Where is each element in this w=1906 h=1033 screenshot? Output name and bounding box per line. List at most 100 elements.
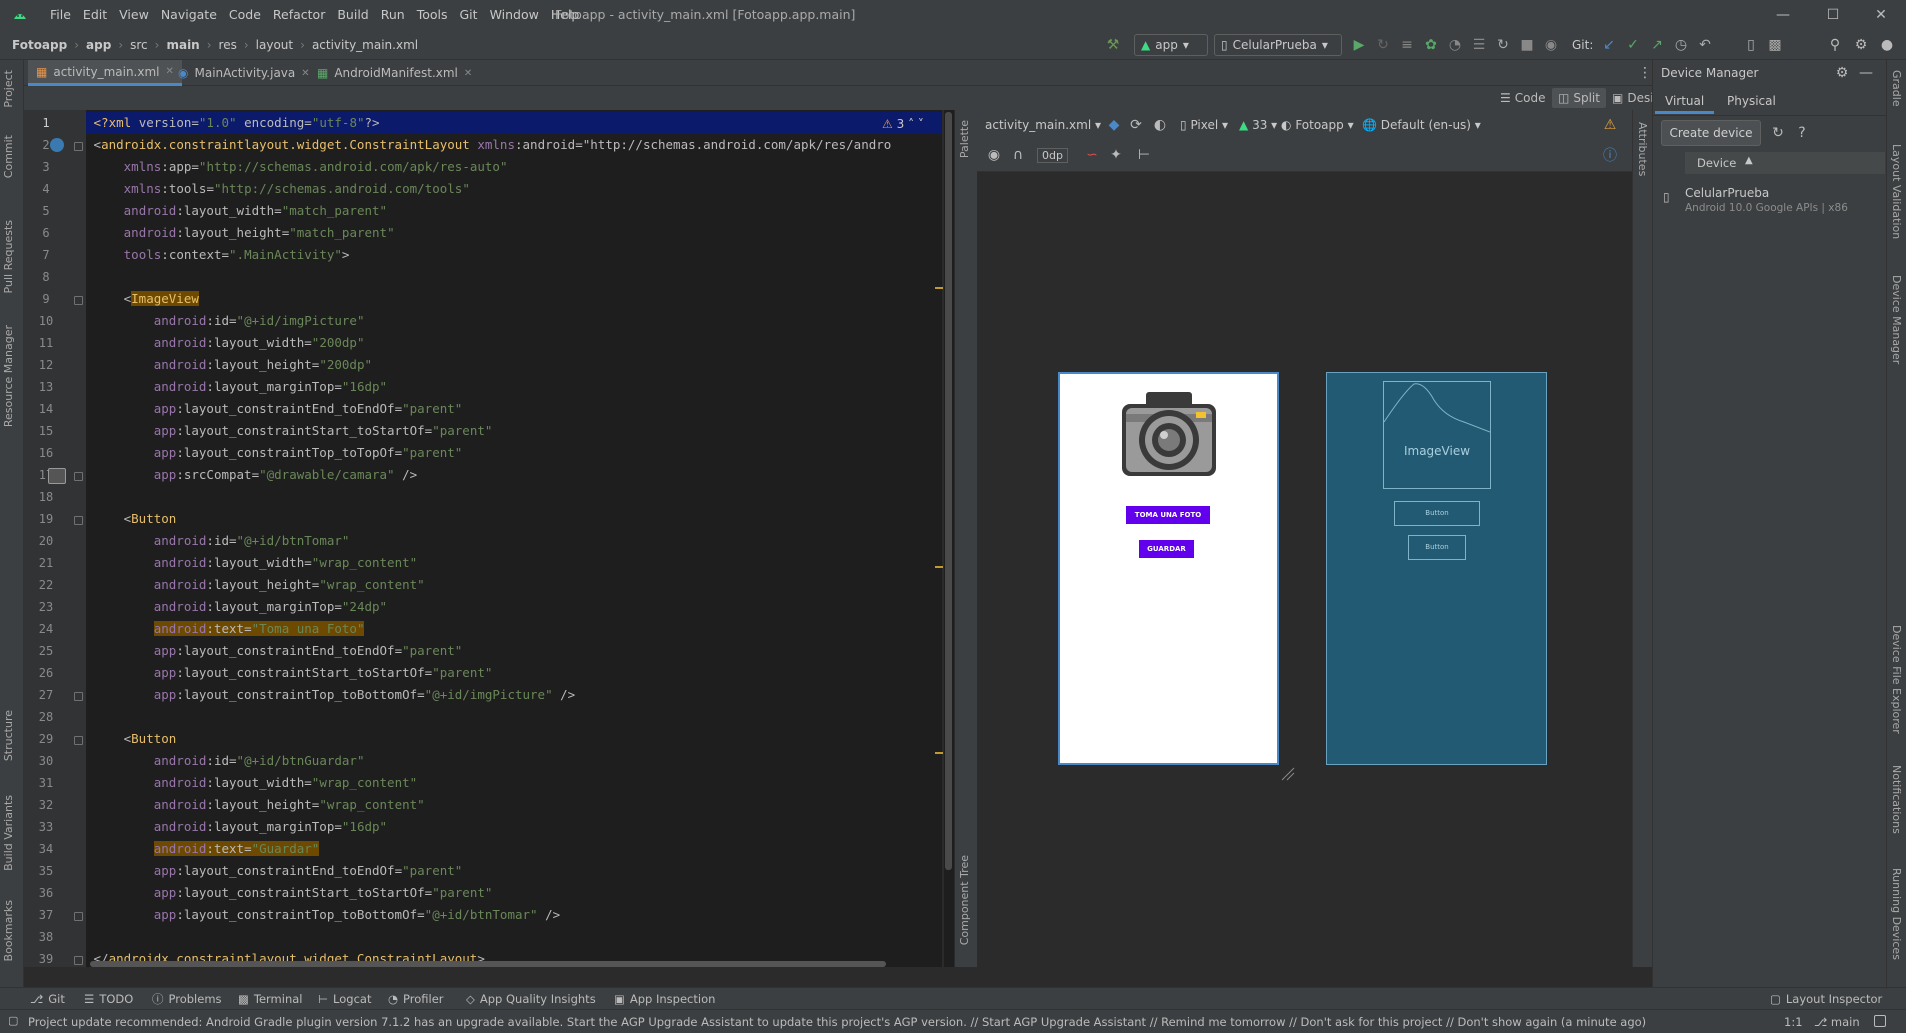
device-select[interactable]: ▯ CelularPrueba ▾ [1214,34,1342,56]
night-mode-icon[interactable]: ◐ [1151,116,1169,134]
code-line[interactable]: app:layout_constraintStart_toStartOf="pa… [86,662,493,684]
status-message[interactable]: Project update recommended: Android Grad… [28,1010,1646,1033]
blueprint-imageview[interactable]: ImageView [1383,381,1491,489]
magnet-icon[interactable]: ∩ [1009,146,1027,164]
crumb-src[interactable]: src [130,38,148,52]
tool-gradle[interactable]: Gradle [1890,70,1903,107]
debug-icon[interactable]: ✿ [1422,36,1440,54]
code-line[interactable]: android:layout_width="200dp" [86,332,365,354]
tool-device-manager[interactable]: Device Manager [1890,275,1903,364]
menu-navigate[interactable]: Navigate [155,0,223,30]
git-push-icon[interactable]: ↗ [1648,36,1666,54]
tool-app-inspection[interactable]: ▣ App Inspection [614,988,715,1010]
code-line[interactable]: android:layout_height="wrap_content" [86,574,425,596]
refresh-icon[interactable]: ↻ [1769,124,1787,142]
tool-layout-inspector[interactable]: ▢ Layout Inspector [1770,988,1882,1010]
git-commit-icon[interactable]: ✓ [1624,36,1642,54]
orientation-icon[interactable]: ⟳ [1127,116,1145,134]
tab-physical[interactable]: Physical [1717,88,1786,114]
tool-commit[interactable]: Commit [2,135,15,178]
tool-logcat[interactable]: ⊢ Logcat [318,988,371,1010]
menu-window[interactable]: Window [484,0,545,30]
tool-git[interactable]: ⎇ Git [30,988,65,1010]
tool-pull-requests[interactable]: Pull Requests [2,220,15,293]
device-manager-icon[interactable]: ▯ [1742,36,1760,54]
code-line[interactable]: app:layout_constraintEnd_toEndOf="parent… [86,640,463,662]
crumb-project[interactable]: Fotoapp [12,38,67,52]
git-update-icon[interactable]: ↙ [1600,36,1618,54]
tab-virtual[interactable]: Virtual [1655,88,1715,114]
tool-project[interactable]: Project [2,70,15,108]
code-line[interactable]: <ImageView [86,288,199,310]
coverage-icon[interactable]: ↻ [1494,36,1512,54]
device-row[interactable]: ▯ CelularPrueba Android 10.0 Google APIs… [1661,184,1881,220]
api-level-select[interactable]: ▲ 33 ▾ [1239,118,1277,132]
blueprint-button-save[interactable]: Button [1408,535,1466,560]
maximize-icon[interactable]: ☐ [1810,0,1856,30]
code-line[interactable]: <Button [86,728,177,750]
menu-run[interactable]: Run [375,0,411,30]
git-history-icon[interactable]: ◷ [1672,36,1690,54]
code-line[interactable]: android:id="@+id/imgPicture" [86,310,365,332]
crumb-main[interactable]: main [166,38,199,52]
save-button[interactable]: GUARDAR [1139,540,1194,558]
git-rollback-icon[interactable]: ↶ [1696,36,1714,54]
code-line[interactable] [86,266,94,288]
profile-account-icon[interactable]: ● [1878,36,1896,54]
sdk-manager-icon[interactable]: ▩ [1766,36,1784,54]
fold-toggle-icon[interactable] [74,956,83,965]
code-line[interactable]: android:id="@+id/btnGuardar" [86,750,365,772]
fold-toggle-icon[interactable] [74,912,83,921]
help-icon[interactable]: ⓘ [1601,146,1619,164]
code-line[interactable]: app:layout_constraintTop_toBottomOf="@+i… [86,904,560,926]
crumb-layout[interactable]: layout [256,38,293,52]
tool-profiler[interactable]: ◔ Profiler [388,988,444,1010]
mode-code[interactable]: ☰ Code [1494,88,1552,108]
fold-toggle-icon[interactable] [74,472,83,481]
palette-tab[interactable]: Palette [958,120,971,158]
menu-tools[interactable]: Tools [411,0,454,30]
tab-activity-main[interactable]: ▦ activity_main.xml ✕ [28,60,182,86]
camera-image[interactable] [1118,388,1220,480]
code-line[interactable]: android:layout_marginTop="16dp" [86,816,387,838]
warning-marker[interactable] [935,752,943,754]
code-line[interactable]: app:layout_constraintStart_toStartOf="pa… [86,420,493,442]
code-line[interactable]: android:layout_width="match_parent" [86,200,387,222]
code-line[interactable] [86,486,94,508]
apply-changes-icon[interactable]: ≡ [1398,36,1416,54]
code-line[interactable]: android:layout_height="200dp" [86,354,372,376]
create-device-button[interactable]: Create device [1661,120,1761,146]
class-reference-icon[interactable] [50,138,64,152]
scroll-thumb[interactable] [945,112,952,870]
tool-structure[interactable]: Structure [2,710,15,761]
fold-toggle-icon[interactable] [74,736,83,745]
run-icon[interactable]: ▶ [1350,36,1368,54]
chevron-up-icon[interactable]: ˄ [908,117,914,131]
menu-refactor[interactable]: Refactor [267,0,331,30]
crumb-app[interactable]: app [86,38,111,52]
code-line[interactable]: <?xml version="1.0" encoding="utf-8"?> [86,112,942,134]
blueprint-preview[interactable]: ImageView Button Button [1326,372,1547,765]
horizontal-scrollbar[interactable] [90,961,886,967]
locale-select[interactable]: 🌐 Default (en-us) ▾ [1362,118,1481,132]
fold-toggle-icon[interactable] [74,142,83,151]
tool-resource-manager[interactable]: Resource Manager [2,325,15,427]
sync-icon[interactable]: ◉ [1542,36,1560,54]
code-line[interactable]: app:srcCompat="@drawable/camara" /> [86,464,417,486]
menu-file[interactable]: File [44,0,77,30]
device-column-header[interactable]: Device ▲ [1685,152,1885,174]
search-icon[interactable]: ⚲ [1826,36,1844,54]
code-line[interactable]: <androidx.constraintlayout.widget.Constr… [86,134,892,156]
component-tree-tab[interactable]: Component Tree [958,855,971,945]
clear-constraints-icon[interactable]: ∽ [1083,146,1101,164]
build-hammer-icon[interactable]: ⚒ [1104,36,1122,54]
tool-problems[interactable]: ⓘ Problems [152,988,222,1010]
mode-split[interactable]: ◫ Split [1552,88,1606,108]
code-line[interactable] [86,706,94,728]
layout-file-select[interactable]: activity_main.xml ▾ [985,118,1101,132]
code-line[interactable]: android:layout_marginTop="16dp" [86,376,387,398]
menu-view[interactable]: View [113,0,155,30]
code-line[interactable] [86,926,94,948]
code-line[interactable]: tools:context=".MainActivity"> [86,244,350,266]
code-line[interactable]: android:layout_width="wrap_content" [86,552,417,574]
